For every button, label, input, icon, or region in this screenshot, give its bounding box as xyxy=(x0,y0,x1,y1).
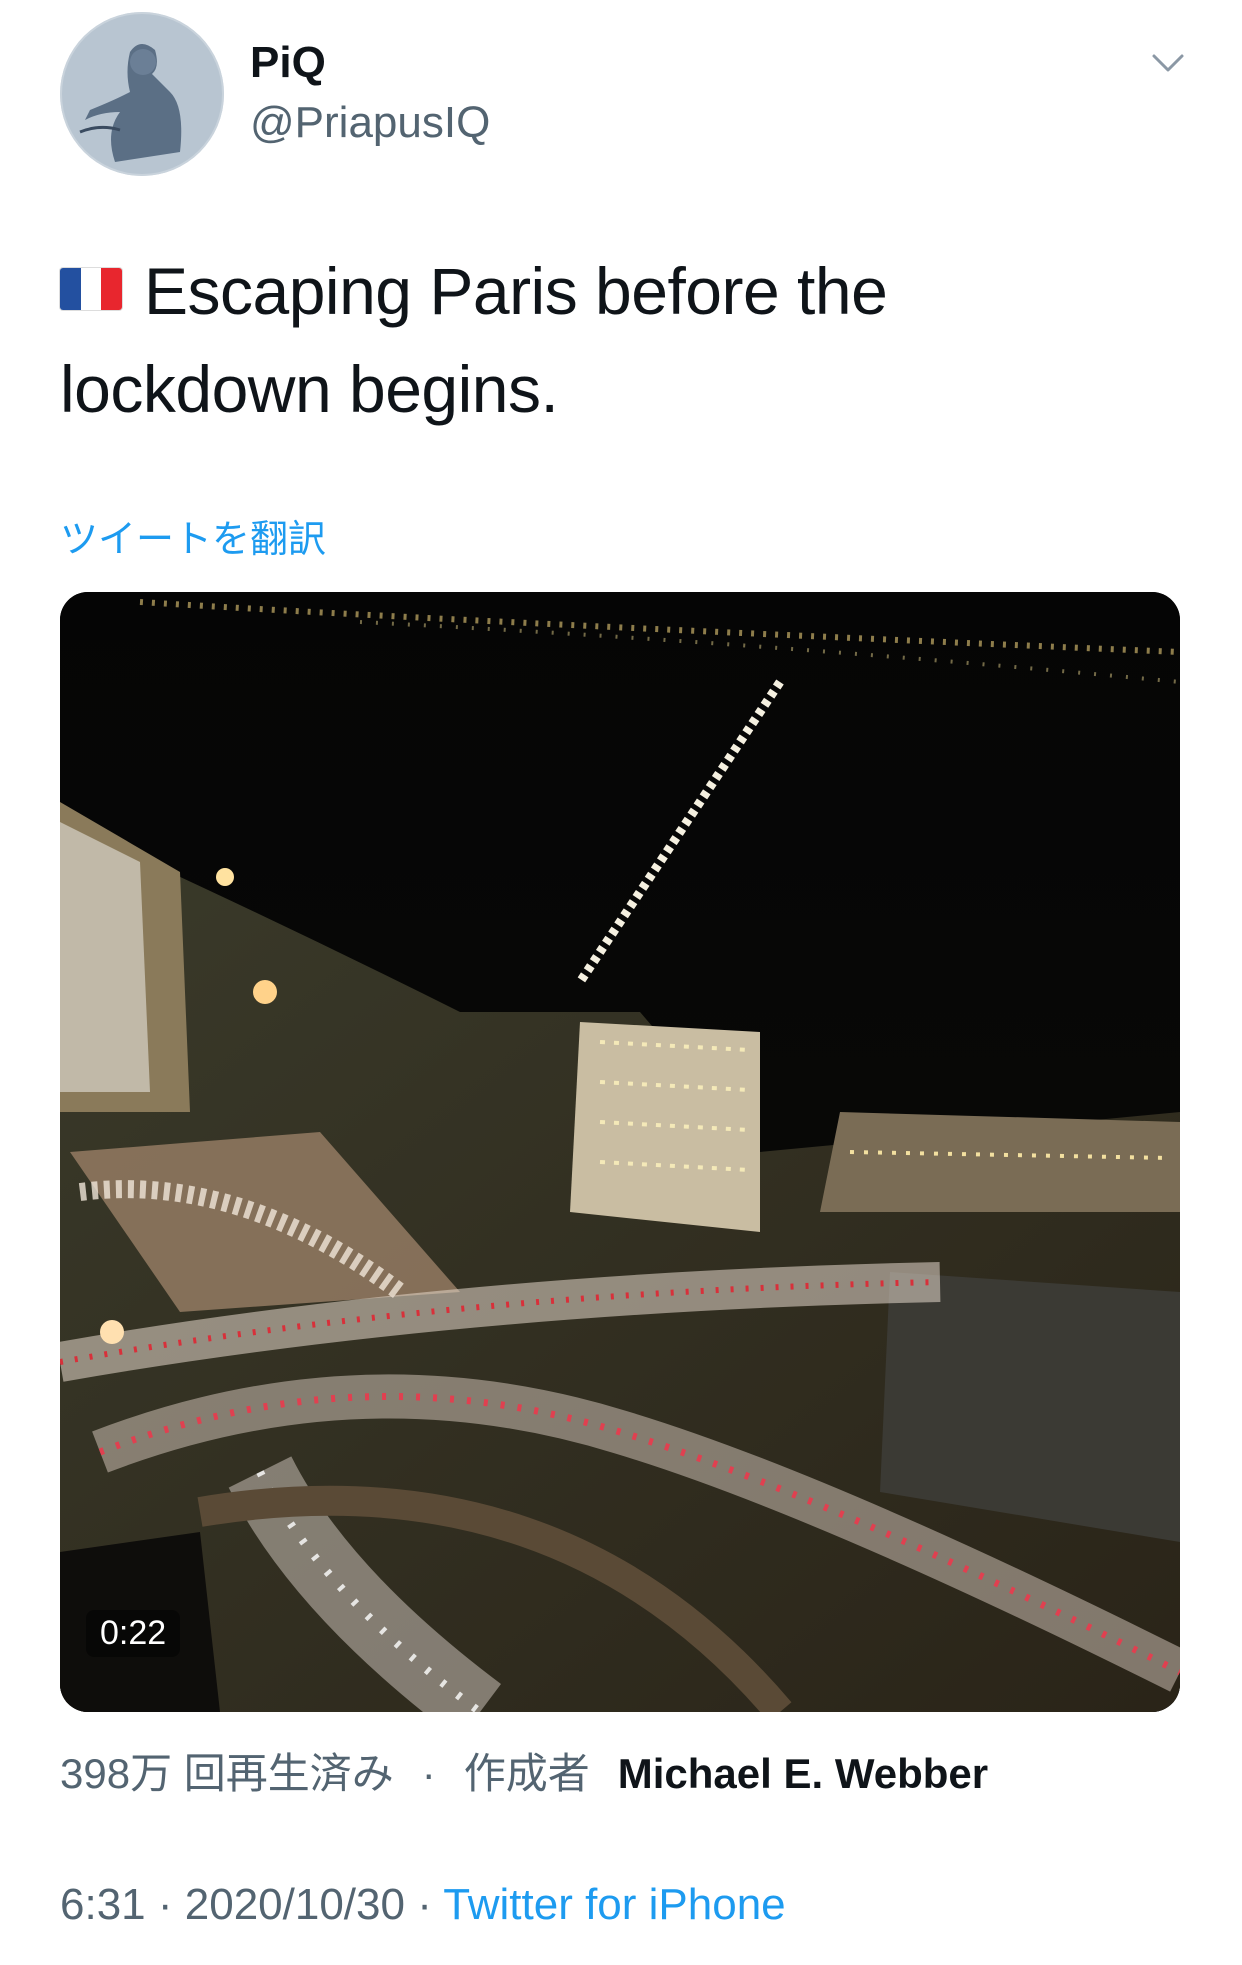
footer-separator: · xyxy=(404,1880,444,1929)
chevron-down-icon[interactable] xyxy=(1150,48,1186,78)
tweet-text: Escaping Paris before the lockdown begin… xyxy=(60,242,1160,438)
france-flag-icon xyxy=(60,267,122,310)
video-thumbnail xyxy=(60,592,1180,1712)
translate-tweet-link[interactable]: ツイートを翻訳 xyxy=(60,508,326,563)
creator-name-link[interactable]: Michael E. Webber xyxy=(618,1750,988,1797)
footer-separator: · xyxy=(145,1880,185,1929)
display-name[interactable]: PiQ xyxy=(250,38,326,88)
avatar[interactable] xyxy=(60,12,224,176)
tweet-text-line1: Escaping Paris before the xyxy=(144,254,888,328)
tweet-footer: 6:31 · 2020/10/30 · Twitter for iPhone xyxy=(60,1880,786,1930)
creator-label: 作成者 xyxy=(463,1750,590,1797)
handle[interactable]: @PriapusIQ xyxy=(250,98,490,148)
tweet-source-link[interactable]: Twitter for iPhone xyxy=(443,1880,785,1929)
tweet-text-line2: lockdown begins. xyxy=(60,352,559,426)
video-player[interactable] xyxy=(60,592,1180,1712)
avatar-image xyxy=(60,12,224,176)
tweet-time[interactable]: 6:31 xyxy=(60,1880,146,1929)
meta-separator: · xyxy=(421,1750,436,1797)
tweet-date[interactable]: 2020/10/30 xyxy=(185,1880,405,1929)
view-count: 398万 回再生済み xyxy=(60,1750,394,1797)
video-duration: 0:22 xyxy=(86,1610,181,1657)
video-meta: 398万 回再生済み · 作成者 Michael E. Webber xyxy=(60,1740,988,1801)
